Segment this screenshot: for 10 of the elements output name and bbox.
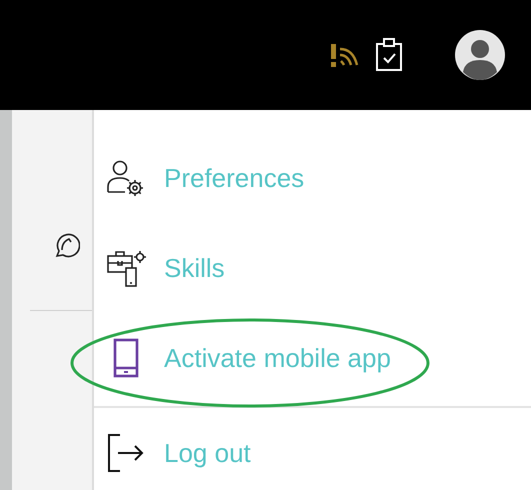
menu-item[interactable]: Preferences bbox=[94, 133, 531, 223]
user-settings-icon bbox=[106, 158, 146, 198]
clipboard-check-icon bbox=[375, 38, 403, 72]
alert-signal-icon bbox=[329, 41, 361, 69]
menu-item[interactable]: Skills bbox=[94, 223, 531, 313]
menu-item[interactable]: Log out bbox=[94, 408, 531, 490]
logout-icon bbox=[106, 433, 146, 473]
avatar-icon[interactable] bbox=[455, 30, 505, 80]
menu-item[interactable]: Activate mobile app bbox=[94, 313, 531, 403]
briefcase-phone-icon bbox=[106, 248, 146, 288]
